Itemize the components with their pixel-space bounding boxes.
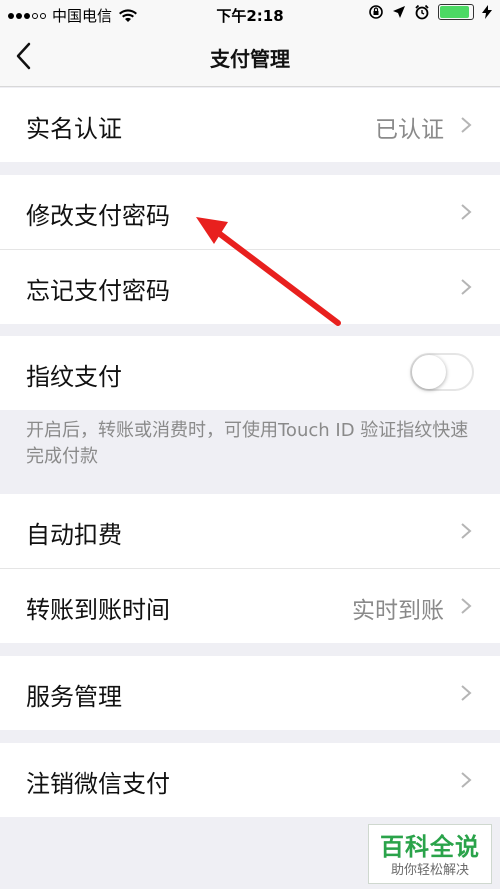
battery-icon: [438, 4, 474, 20]
watermark-subtitle: 助你轻松解决: [390, 863, 469, 878]
row-change-pay-password[interactable]: 修改支付密码: [0, 175, 500, 250]
row-forgot-pay-password[interactable]: 忘记支付密码: [0, 250, 500, 324]
location-icon: [393, 6, 405, 18]
chevron-right-icon: [461, 598, 472, 614]
group-cancel: 注销微信支付: [0, 743, 500, 817]
rotation-lock-icon: [369, 5, 383, 19]
watermark-logo: 百科全说 助你轻松解决: [368, 824, 492, 884]
row-fingerprint-pay: 指纹支付: [0, 336, 500, 410]
row-service-management[interactable]: 服务管理: [0, 656, 500, 730]
page-title: 支付管理: [210, 47, 290, 71]
chevron-right-icon: [461, 204, 472, 220]
status-right: [368, 4, 492, 20]
chevron-right-icon: [461, 772, 472, 788]
chevron-right-icon: [461, 117, 472, 133]
row-label: 指纹支付: [26, 363, 122, 391]
row-label: 忘记支付密码: [26, 277, 170, 305]
row-label: 实名认证: [26, 115, 122, 143]
row-label: 修改支付密码: [26, 202, 170, 230]
row-auto-deduct[interactable]: 自动扣费: [0, 494, 500, 569]
row-value: 已认证: [375, 117, 444, 143]
chevron-right-icon: [461, 685, 472, 701]
fingerprint-toggle[interactable]: [410, 353, 474, 391]
row-real-name-auth[interactable]: 实名认证 已认证: [0, 88, 500, 162]
group-fingerprint: 指纹支付: [0, 336, 500, 410]
row-label: 自动扣费: [26, 521, 122, 549]
group-password: 修改支付密码 忘记支付密码: [0, 175, 500, 324]
alarm-icon: [415, 4, 429, 20]
charging-icon: [482, 5, 492, 19]
row-label: 转账到账时间: [26, 596, 170, 624]
row-label: 注销微信支付: [26, 770, 170, 798]
nav-bar: 支付管理: [0, 28, 500, 87]
watermark-title: 百科全说: [380, 833, 480, 861]
status-bar: 中国电信 下午2:18: [0, 0, 500, 28]
group-billing: 自动扣费 转账到账时间 实时到账: [0, 494, 500, 643]
group-service: 服务管理: [0, 656, 500, 730]
fingerprint-description: 开启后，转账或消费时，可使用Touch ID 验证指纹快速完成付款: [26, 420, 469, 467]
group-identity: 实名认证 已认证: [0, 88, 500, 162]
row-transfer-arrival-time[interactable]: 转账到账时间 实时到账: [0, 569, 500, 643]
row-label: 服务管理: [26, 683, 122, 711]
row-value: 实时到账: [352, 598, 444, 624]
chevron-right-icon: [461, 279, 472, 295]
row-cancel-wechat-pay[interactable]: 注销微信支付: [0, 743, 500, 817]
toggle-knob: [412, 355, 446, 389]
chevron-right-icon: [461, 523, 472, 539]
